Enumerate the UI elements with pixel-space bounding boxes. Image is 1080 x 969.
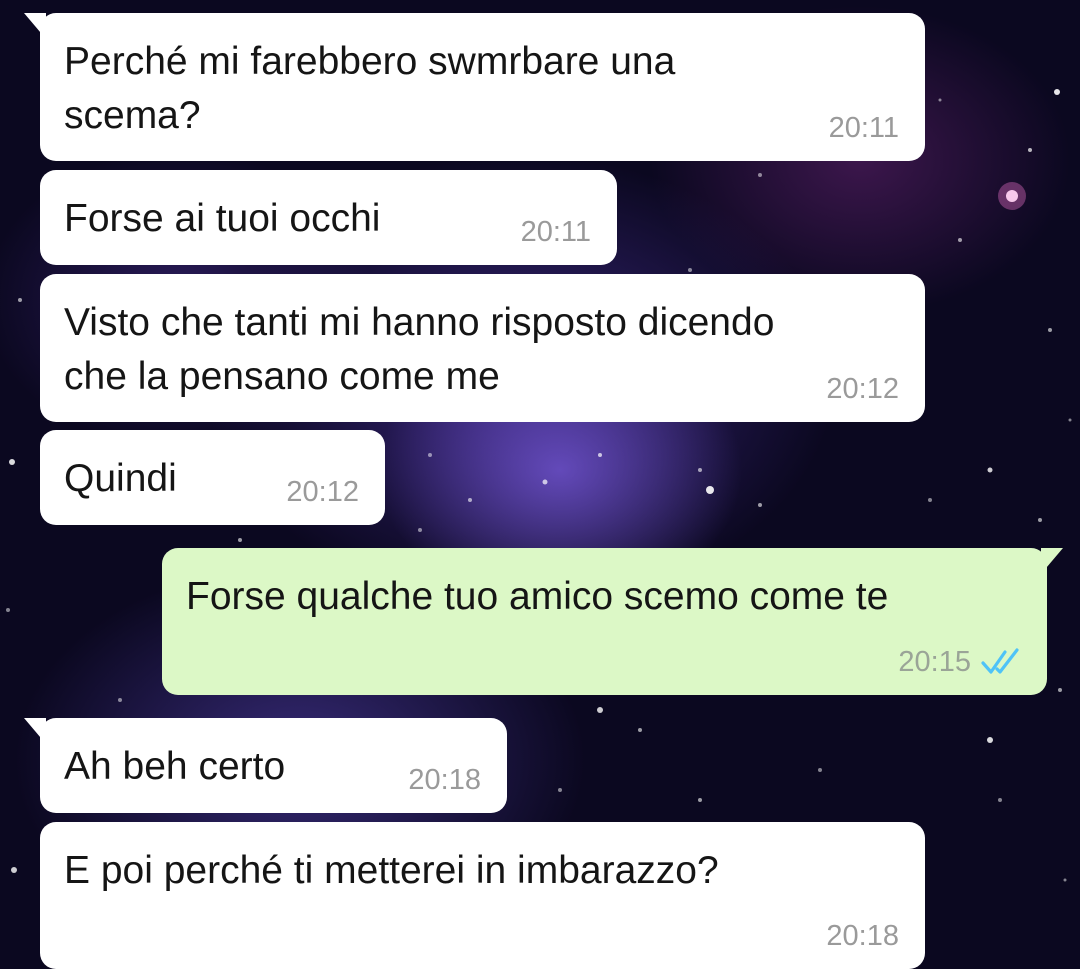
message-text: E poi perché ti metterei in imbarazzo? (64, 849, 719, 892)
message-text: Perché mi farebbero swmrbare una scema? (64, 40, 676, 137)
double-check-icon (981, 648, 1019, 674)
message-bubble-incoming[interactable]: Visto che tanti mi hanno risposto dicend… (40, 274, 925, 422)
bubble-tail (1041, 548, 1063, 574)
message-timestamp: 20:11 (520, 216, 591, 248)
message-timestamp: 20:12 (286, 476, 359, 508)
message-timestamp: 20:11 (828, 112, 899, 144)
message-timestamp: 20:18 (408, 764, 481, 796)
bubble-tail (24, 13, 46, 39)
message-bubble-outgoing[interactable]: Forse qualche tuo amico scemo come te 20… (162, 548, 1063, 695)
message-timestamp: 20:18 (826, 920, 899, 952)
message-bubble-incoming[interactable]: Ah beh certo 20:18 (24, 718, 507, 813)
message-timestamp: 20:15 (898, 646, 971, 678)
message-text: Visto che tanti mi hanno risposto dicend… (64, 301, 775, 398)
message-text: Forse qualche tuo amico scemo come te (186, 575, 889, 618)
message-bubble-incoming[interactable]: E poi perché ti metterei in imbarazzo? 2… (40, 822, 925, 969)
message-bubble-incoming[interactable]: Perché mi farebbero swmrbare una scema? … (24, 13, 925, 161)
bubble-tail (24, 718, 46, 744)
message-text: Forse ai tuoi occhi (64, 197, 381, 240)
message-timestamp: 20:12 (826, 373, 899, 405)
message-bubble-incoming[interactable]: Quindi 20:12 (40, 430, 385, 525)
message-bubble-incoming[interactable]: Forse ai tuoi occhi 20:11 (40, 170, 617, 265)
